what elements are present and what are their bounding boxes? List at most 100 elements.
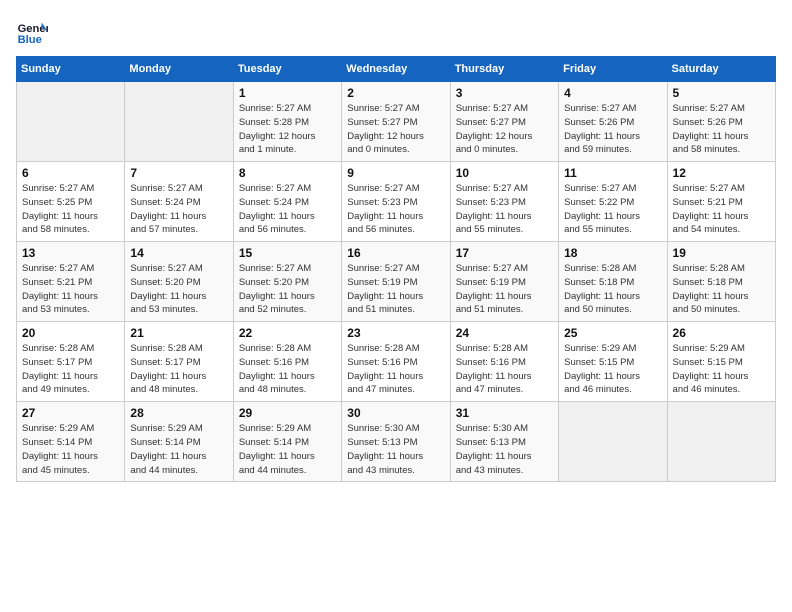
day-info: Sunrise: 5:27 AMSunset: 5:21 PMDaylight:…: [22, 262, 119, 317]
header-tuesday: Tuesday: [233, 57, 341, 82]
day-info: Sunrise: 5:27 AMSunset: 5:27 PMDaylight:…: [456, 102, 553, 157]
day-cell: 11Sunrise: 5:27 AMSunset: 5:22 PMDayligh…: [559, 162, 667, 242]
day-cell: 30 Sunrise: 5:30 AMSunset: 5:13 PMDayligh…: [342, 402, 450, 482]
week-row-4: 20 Sunrise: 5:28 AMSunset: 5:17 PMDayligh…: [17, 322, 776, 402]
day-number: 27: [22, 406, 119, 420]
logo: General Blue: [16, 16, 52, 48]
week-row-2: 6 Sunrise: 5:27 AMSunset: 5:25 PMDaylight…: [17, 162, 776, 242]
day-info: Sunrise: 5:29 AMSunset: 5:15 PMDaylight:…: [564, 342, 661, 397]
header-friday: Friday: [559, 57, 667, 82]
header-wednesday: Wednesday: [342, 57, 450, 82]
day-number: 17: [456, 246, 553, 260]
day-info: Sunrise: 5:27 AMSunset: 5:26 PMDaylight:…: [673, 102, 770, 157]
day-info: Sunrise: 5:30 AMSunset: 5:13 PMDaylight:…: [347, 422, 444, 477]
day-info: Sunrise: 5:28 AMSunset: 5:18 PMDaylight:…: [564, 262, 661, 317]
day-number: 24: [456, 326, 553, 340]
day-number: 31: [456, 406, 553, 420]
day-number: 28: [130, 406, 227, 420]
day-cell: 12 Sunrise: 5:27 AMSunset: 5:21 PMDayligh…: [667, 162, 775, 242]
day-number: 30: [347, 406, 444, 420]
day-cell: 31 Sunrise: 5:30 AMSunset: 5:13 PMDayligh…: [450, 402, 558, 482]
page-header: General Blue: [16, 16, 776, 48]
day-info: Sunrise: 5:27 AMSunset: 5:19 PMDaylight:…: [456, 262, 553, 317]
day-number: 16: [347, 246, 444, 260]
day-info: Sunrise: 5:27 AMSunset: 5:20 PMDaylight:…: [130, 262, 227, 317]
day-cell: 6 Sunrise: 5:27 AMSunset: 5:25 PMDaylight…: [17, 162, 125, 242]
day-number: 10: [456, 166, 553, 180]
header-sunday: Sunday: [17, 57, 125, 82]
day-number: 26: [673, 326, 770, 340]
day-info: Sunrise: 5:27 AMSunset: 5:24 PMDaylight:…: [239, 182, 336, 237]
day-info: Sunrise: 5:28 AMSunset: 5:16 PMDaylight:…: [239, 342, 336, 397]
day-number: 7: [130, 166, 227, 180]
day-info: Sunrise: 5:27 AMSunset: 5:27 PMDaylight:…: [347, 102, 444, 157]
day-number: 5: [673, 86, 770, 100]
day-info: Sunrise: 5:27 AMSunset: 5:26 PMDaylight:…: [564, 102, 661, 157]
day-cell: 2 Sunrise: 5:27 AMSunset: 5:27 PMDaylight…: [342, 82, 450, 162]
day-info: Sunrise: 5:29 AMSunset: 5:15 PMDaylight:…: [673, 342, 770, 397]
day-number: 4: [564, 86, 661, 100]
day-number: 25: [564, 326, 661, 340]
week-row-1: 1 Sunrise: 5:27 AMSunset: 5:28 PMDaylight…: [17, 82, 776, 162]
day-cell: 7Sunrise: 5:27 AMSunset: 5:24 PMDaylight…: [125, 162, 233, 242]
day-info: Sunrise: 5:27 AMSunset: 5:28 PMDaylight:…: [239, 102, 336, 157]
day-cell: 8 Sunrise: 5:27 AMSunset: 5:24 PMDaylight…: [233, 162, 341, 242]
svg-text:Blue: Blue: [18, 34, 42, 46]
week-row-3: 13 Sunrise: 5:27 AMSunset: 5:21 PMDayligh…: [17, 242, 776, 322]
day-info: Sunrise: 5:28 AMSunset: 5:16 PMDaylight:…: [347, 342, 444, 397]
day-cell: 9Sunrise: 5:27 AMSunset: 5:23 PMDaylight…: [342, 162, 450, 242]
day-info: Sunrise: 5:28 AMSunset: 5:17 PMDaylight:…: [22, 342, 119, 397]
day-cell: 16Sunrise: 5:27 AMSunset: 5:19 PMDayligh…: [342, 242, 450, 322]
day-cell: [559, 402, 667, 482]
day-cell: 15Sunrise: 5:27 AMSunset: 5:20 PMDayligh…: [233, 242, 341, 322]
day-number: 2: [347, 86, 444, 100]
day-info: Sunrise: 5:29 AMSunset: 5:14 PMDaylight:…: [239, 422, 336, 477]
day-cell: 23Sunrise: 5:28 AMSunset: 5:16 PMDayligh…: [342, 322, 450, 402]
day-info: Sunrise: 5:27 AMSunset: 5:23 PMDaylight:…: [456, 182, 553, 237]
day-cell: 29 Sunrise: 5:29 AMSunset: 5:14 PMDayligh…: [233, 402, 341, 482]
day-cell: 18 Sunrise: 5:28 AMSunset: 5:18 PMDayligh…: [559, 242, 667, 322]
day-number: 14: [130, 246, 227, 260]
day-number: 8: [239, 166, 336, 180]
day-cell: 10 Sunrise: 5:27 AMSunset: 5:23 PMDayligh…: [450, 162, 558, 242]
day-info: Sunrise: 5:29 AMSunset: 5:14 PMDaylight:…: [130, 422, 227, 477]
day-number: 13: [22, 246, 119, 260]
day-number: 29: [239, 406, 336, 420]
day-number: 20: [22, 326, 119, 340]
day-cell: [667, 402, 775, 482]
day-cell: 26 Sunrise: 5:29 AMSunset: 5:15 PMDayligh…: [667, 322, 775, 402]
day-number: 22: [239, 326, 336, 340]
week-row-5: 27 Sunrise: 5:29 AMSunset: 5:14 PMDayligh…: [17, 402, 776, 482]
day-info: Sunrise: 5:28 AMSunset: 5:18 PMDaylight:…: [673, 262, 770, 317]
day-number: 6: [22, 166, 119, 180]
day-cell: 24Sunrise: 5:28 AMSunset: 5:16 PMDayligh…: [450, 322, 558, 402]
day-info: Sunrise: 5:29 AMSunset: 5:14 PMDaylight:…: [22, 422, 119, 477]
day-cell: 20 Sunrise: 5:28 AMSunset: 5:17 PMDayligh…: [17, 322, 125, 402]
day-number: 18: [564, 246, 661, 260]
svg-text:General: General: [18, 23, 48, 35]
day-cell: 21 Sunrise: 5:28 AMSunset: 5:17 PMDayligh…: [125, 322, 233, 402]
header-saturday: Saturday: [667, 57, 775, 82]
day-cell: 17 Sunrise: 5:27 AMSunset: 5:19 PMDayligh…: [450, 242, 558, 322]
day-number: 21: [130, 326, 227, 340]
day-info: Sunrise: 5:30 AMSunset: 5:13 PMDaylight:…: [456, 422, 553, 477]
day-cell: 27 Sunrise: 5:29 AMSunset: 5:14 PMDayligh…: [17, 402, 125, 482]
day-cell: [125, 82, 233, 162]
day-cell: [17, 82, 125, 162]
day-cell: 3 Sunrise: 5:27 AMSunset: 5:27 PMDaylight…: [450, 82, 558, 162]
day-number: 11: [564, 166, 661, 180]
day-info: Sunrise: 5:27 AMSunset: 5:21 PMDaylight:…: [673, 182, 770, 237]
day-number: 1: [239, 86, 336, 100]
day-cell: 28 Sunrise: 5:29 AMSunset: 5:14 PMDayligh…: [125, 402, 233, 482]
day-cell: 14 Sunrise: 5:27 AMSunset: 5:20 PMDayligh…: [125, 242, 233, 322]
day-info: Sunrise: 5:27 AMSunset: 5:20 PMDaylight:…: [239, 262, 336, 317]
logo-icon: General Blue: [16, 16, 48, 48]
day-cell: 25 Sunrise: 5:29 AMSunset: 5:15 PMDayligh…: [559, 322, 667, 402]
header-thursday: Thursday: [450, 57, 558, 82]
day-cell: 4 Sunrise: 5:27 AMSunset: 5:26 PMDaylight…: [559, 82, 667, 162]
day-cell: 13 Sunrise: 5:27 AMSunset: 5:21 PMDayligh…: [17, 242, 125, 322]
day-number: 3: [456, 86, 553, 100]
day-info: Sunrise: 5:27 AMSunset: 5:25 PMDaylight:…: [22, 182, 119, 237]
day-info: Sunrise: 5:28 AMSunset: 5:17 PMDaylight:…: [130, 342, 227, 397]
day-number: 12: [673, 166, 770, 180]
